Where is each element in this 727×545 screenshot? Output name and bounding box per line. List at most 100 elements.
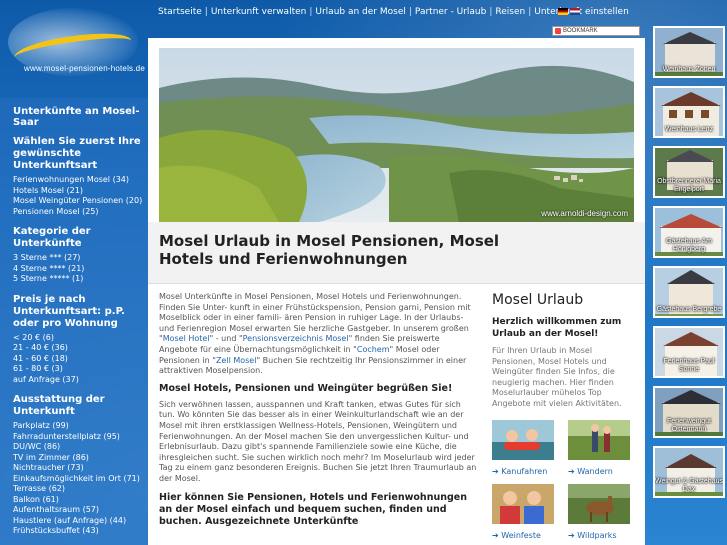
sidebar-link[interactable]: DU/WC (86)	[13, 442, 60, 451]
nav-reisen[interactable]: Reisen	[495, 7, 525, 17]
activity-tiles: ➔ Kanufahren ➔ Wandern ➔ Weinfeste ➔ Wil…	[492, 419, 632, 540]
rail-item[interactable]: Ferienweingut Ostermann	[653, 386, 725, 438]
sidebar-link[interactable]: Balkon (61)	[13, 495, 59, 504]
tile-wandern[interactable]: ➔ Wandern	[568, 419, 630, 476]
rail-item[interactable]: Weingut & Gästehaus Dax	[653, 446, 725, 498]
sidebar-item[interactable]: Balkon (61)	[13, 495, 148, 506]
sidebar-link[interactable]: Hotels Mosel (21)	[13, 186, 83, 195]
link-zell-mosel[interactable]: Zell Mosel	[216, 356, 257, 365]
rail-item[interactable]: Weinhaus Lenz	[653, 86, 725, 138]
tile-label-text: Kanufahren	[501, 466, 548, 476]
rail-label: Obstbrennerei Maria Engelport	[657, 178, 721, 193]
sidebar-heading-unterkunftsart: Wählen Sie zuerst Ihre gewünschte Unterk…	[13, 136, 141, 171]
arrow-right-icon: ➔	[492, 530, 502, 540]
sidebar-item[interactable]: 3 Sterne *** (27)	[13, 253, 148, 264]
sidebar-link[interactable]: Terrasse (62)	[13, 484, 65, 493]
link-cochem[interactable]: Cochem	[357, 345, 390, 354]
sidebar-region-title: Unterkünfte an Mosel-Saar	[13, 106, 140, 128]
rail-item[interactable]: Ferienhaus Paul Sonne	[653, 326, 725, 378]
rail-item[interactable]: Obstbrennerei Maria Engelport	[653, 146, 725, 198]
sidebar-link[interactable]: 3 Sterne *** (27)	[13, 253, 80, 262]
sidebar-link[interactable]: Ferienwohnungen Mosel (34)	[13, 175, 129, 184]
sidebar-link[interactable]: Frühstücksbuffet (43)	[13, 526, 99, 535]
rail-label: Ferienhaus Paul Sonne	[663, 358, 715, 373]
sidebar-link[interactable]: Haustiere (auf Anfrage) (44)	[13, 516, 126, 525]
sidebar-item[interactable]: Mosel Weingüter Pensionen (20)	[13, 196, 148, 207]
sidebar-list-preis: < 20 € (6) 21 - 40 € (36) 41 - 60 € (18)…	[13, 333, 148, 386]
intro-paragraph: Mosel Unterkünfte in Mosel Pensionen, Mo…	[159, 292, 477, 377]
flag-de-icon[interactable]	[558, 8, 568, 15]
sidebar-link[interactable]: Einkaufsmöglichkeit im Ort (71)	[13, 474, 140, 483]
page-title: Mosel Urlaub in Mosel Pensionen, Mosel H…	[159, 232, 500, 268]
sidebar-link[interactable]: Nichtraucher (73)	[13, 463, 84, 472]
sidebar-link[interactable]: auf Anfrage (37)	[13, 375, 79, 384]
section-big-heading: Hier können Sie Pensionen, Hotels und Fe…	[159, 491, 467, 527]
nav-partner-urlaub[interactable]: Partner - Urlaub	[415, 7, 486, 17]
sidebar-item[interactable]: Einkaufsmöglichkeit im Ort (71)	[13, 474, 148, 485]
arrow-right-icon: ➔	[492, 466, 502, 476]
bookmark-button[interactable]: BOOKMARK	[552, 26, 640, 36]
flag-nl-icon[interactable]	[570, 8, 580, 15]
sidebar-item[interactable]: auf Anfrage (37)	[13, 375, 148, 386]
sidebar-link[interactable]: Mosel Weingüter Pensionen (20)	[13, 196, 142, 205]
sidebar-link[interactable]: < 20 € (6)	[13, 333, 54, 342]
tile-kanufahren[interactable]: ➔ Kanufahren	[492, 419, 554, 476]
sidebar-link[interactable]: Fahrradunterstellplatz (95)	[13, 432, 120, 441]
sidebar-item[interactable]: Pensionen Mosel (25)	[13, 207, 148, 218]
sidebar-link[interactable]: Parkplatz (99)	[13, 421, 69, 430]
nav-urlaub-mosel[interactable]: Urlaub an der Mosel	[315, 7, 405, 17]
sidebar-item[interactable]: Frühstücksbuffet (43)	[13, 526, 148, 537]
tile-wildparks[interactable]: ➔ Wildparks	[568, 483, 630, 540]
nav-unterkunft-einstellen[interactable]: Unterkunft einstellen	[534, 7, 629, 17]
content-left-column: Mosel Unterkünfte in Mosel Pensionen, Mo…	[159, 292, 477, 528]
rail-item[interactable]: Gästehaus Am Hönigberg	[653, 206, 725, 258]
featured-accommodations-rail: Weinhaus Zonen Weinhaus Lenz Obstbrenner…	[653, 26, 727, 506]
intro-text: " - und "	[209, 334, 243, 344]
site-logo[interactable]: www.mosel-pensionen-hotels.de	[0, 0, 148, 90]
sidebar-link[interactable]: 61 - 80 € (3)	[13, 364, 63, 373]
sidebar-heading-ausstattung: Ausstattung der Unterkunft	[13, 394, 105, 417]
link-mosel-hotel[interactable]: Mosel Hotel	[163, 334, 210, 343]
sidebar-item[interactable]: Terrasse (62)	[13, 484, 148, 495]
rail-label: Weinhaus Lenz	[664, 126, 714, 133]
sidebar-item[interactable]: Hotels Mosel (21)	[13, 186, 148, 197]
section-subheading: Mosel Hotels, Pensionen und Weingüter be…	[159, 382, 453, 394]
rail-label: Gästehaus Am Hönigberg	[666, 238, 712, 253]
sidebar-item[interactable]: < 20 € (6)	[13, 333, 148, 344]
sidebar-item[interactable]: Fahrradunterstellplatz (95)	[13, 432, 148, 443]
sidebar-link[interactable]: 41 - 60 € (18)	[13, 354, 68, 363]
link-pensionsverzeichnis[interactable]: Pensionsverzeichnis Mosel	[243, 334, 349, 343]
hero-caption: www.arnoldi-design.com	[541, 209, 628, 218]
rail-label: Ferienweingut Ostermann	[667, 418, 711, 433]
sidebar-link[interactable]: 5 Sterne ***** (1)	[13, 274, 83, 283]
sidebar-item[interactable]: TV im Zimmer (86)	[13, 453, 148, 464]
content-right-column: Mosel Urlaub Herzlich willkommen zum Url…	[492, 292, 632, 540]
sidebar-item[interactable]: Aufenthaltsraum (57)	[13, 505, 148, 516]
tile-label: ➔ Wandern	[568, 467, 630, 476]
tile-label: ➔ Weinfeste	[492, 531, 554, 540]
tile-label: ➔ Wildparks	[568, 531, 630, 540]
nav-unterkunft-verwalten[interactable]: Unterkunft verwalten	[211, 7, 307, 17]
sidebar-link[interactable]: 4 Sterne **** (21)	[13, 264, 84, 273]
body-paragraph: Sich verwöhnen lassen, ausspannen und Kr…	[159, 399, 477, 483]
sidebar-link[interactable]: TV im Zimmer (86)	[13, 453, 89, 462]
sidebar-item[interactable]: 4 Sterne **** (21)	[13, 264, 148, 275]
sidebar-list-unterkunftsart: Ferienwohnungen Mosel (34) Hotels Mosel …	[13, 175, 148, 217]
sidebar-item[interactable]: Parkplatz (99)	[13, 421, 148, 432]
sidebar-link[interactable]: Aufenthaltsraum (57)	[13, 505, 99, 514]
tile-weinfeste[interactable]: ➔ Weinfeste	[492, 483, 554, 540]
sidebar-item[interactable]: Nichtraucher (73)	[13, 463, 148, 474]
rail-item[interactable]: Gästehaus Bergrebe	[653, 266, 725, 318]
sidebar-item[interactable]: Haustiere (auf Anfrage) (44)	[13, 516, 148, 527]
sidebar-link[interactable]: 21 - 40 € (36)	[13, 343, 68, 352]
nav-startseite[interactable]: Startseite	[158, 7, 202, 17]
sidebar-item[interactable]: 5 Sterne ***** (1)	[13, 274, 148, 285]
sidebar-item[interactable]: 41 - 60 € (18)	[13, 354, 148, 365]
sidebar-item[interactable]: 61 - 80 € (3)	[13, 364, 148, 375]
language-flags	[558, 8, 580, 15]
sidebar-item[interactable]: DU/WC (86)	[13, 442, 148, 453]
sidebar-link[interactable]: Pensionen Mosel (25)	[13, 207, 99, 216]
rail-item[interactable]: Weinhaus Zonen	[653, 26, 725, 78]
sidebar-item[interactable]: Ferienwohnungen Mosel (34)	[13, 175, 148, 186]
sidebar-item[interactable]: 21 - 40 € (36)	[13, 343, 148, 354]
